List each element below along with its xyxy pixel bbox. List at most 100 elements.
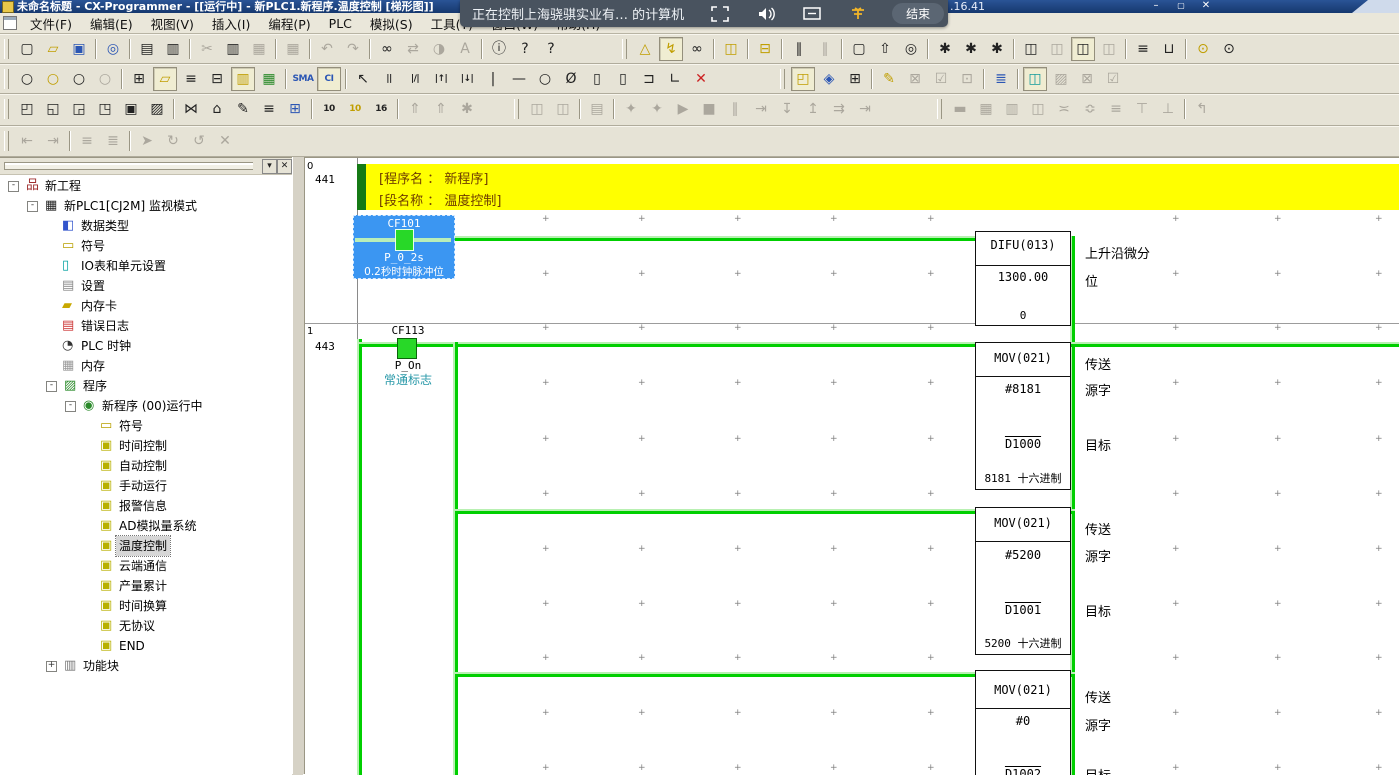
tree-item-section-ad-analog[interactable]: ▣AD模拟量系统 xyxy=(0,516,292,536)
toolbar-grip[interactable] xyxy=(4,39,9,59)
radix-signed-button[interactable]: 10 xyxy=(343,97,367,121)
print-preview-button[interactable]: ▥ xyxy=(161,37,185,61)
collapse-toggle[interactable]: - xyxy=(8,181,19,192)
vertical-line-button[interactable]: | xyxy=(481,67,505,91)
tree-item-section-alarm-info[interactable]: ▣报警信息 xyxy=(0,496,292,516)
function-block-button[interactable]: ⊐ xyxy=(637,67,661,91)
smart-input-button[interactable]: SMA xyxy=(291,67,315,91)
binary-monitor-button[interactable]: ⊞ xyxy=(283,97,307,121)
hh-monitor-button[interactable]: ◫ xyxy=(1023,67,1047,91)
tree-item-io-table[interactable]: ▯IO表和单元设置 xyxy=(0,256,292,276)
time-chart-button[interactable]: ⊔ xyxy=(1157,37,1181,61)
block-hierarchy-button[interactable]: ≣ xyxy=(989,67,1013,91)
tools-window-button[interactable]: ◱ xyxy=(41,97,65,121)
expand-toggle[interactable]: + xyxy=(46,661,57,672)
send-changes-button[interactable]: ⊞ xyxy=(843,67,867,91)
coil-closed-button[interactable]: Ø xyxy=(559,67,583,91)
tree-item-settings[interactable]: ▤设置 xyxy=(0,276,292,296)
find-button[interactable]: ∞ xyxy=(375,37,399,61)
paste-window-button[interactable]: ◰ xyxy=(15,97,39,121)
instruction-mov-2[interactable]: MOV(021) #5200 D1001 5200 十六进制 xyxy=(975,507,1071,655)
compile-all-button[interactable]: ∞ xyxy=(685,37,709,61)
transfer-settings-button[interactable]: ◫ xyxy=(719,37,743,61)
show-address-button[interactable]: ⊟ xyxy=(205,67,229,91)
program-check-button[interactable]: ▢ xyxy=(847,37,871,61)
compare-with-plc-button[interactable]: ◎ xyxy=(899,37,923,61)
save-button[interactable]: ▣ xyxy=(67,37,91,61)
online-edit-cancel-button[interactable]: ✱ xyxy=(985,37,1009,61)
minimize-button[interactable]: – xyxy=(1147,0,1165,12)
toolbar-grip[interactable] xyxy=(780,69,785,89)
layers-button[interactable]: ◈ xyxy=(817,67,841,91)
output-window-button[interactable]: ▣ xyxy=(119,97,143,121)
tree-item-section-time-convert[interactable]: ▣时间换算 xyxy=(0,596,292,616)
address-reference-button[interactable]: ⌂ xyxy=(205,97,229,121)
tree-view-button[interactable]: ▦ xyxy=(257,67,281,91)
transfer-to-plc-button[interactable]: ⇧ xyxy=(873,37,897,61)
menu-PLC[interactable]: PLC xyxy=(320,14,361,33)
collapse-toggle[interactable]: - xyxy=(27,201,38,212)
set-password-button[interactable]: ⊙ xyxy=(1191,37,1215,61)
new-button[interactable]: ▢ xyxy=(15,37,39,61)
workspace-close-button[interactable]: ✕ xyxy=(277,159,292,174)
zoom-in-button[interactable]: ○ xyxy=(67,67,91,91)
show-comments-button[interactable]: ▱ xyxy=(153,67,177,91)
monitor-icon[interactable] xyxy=(802,5,822,23)
context-help-button[interactable]: ? xyxy=(539,37,563,61)
contact-nc-button[interactable]: |/| xyxy=(403,67,427,91)
workspace-dropdown-button[interactable]: ▾ xyxy=(262,159,277,174)
close-button[interactable]: ✕ xyxy=(1197,0,1215,12)
panel-splitter[interactable] xyxy=(292,157,305,774)
tree-item-section-cloud-comm[interactable]: ▣云端通信 xyxy=(0,556,292,576)
contact-down-button[interactable]: |↓| xyxy=(455,67,479,91)
rung-list-button[interactable]: ≡ xyxy=(179,67,203,91)
copy-button[interactable]: ▥ xyxy=(221,37,245,61)
online-edit-send-button[interactable]: ✱ xyxy=(959,37,983,61)
contact-cf101-selected[interactable]: CF101 P_0_2s 0.2秒时钟脉冲位 xyxy=(353,215,455,279)
tree-item-error-log[interactable]: ▤错误日志 xyxy=(0,316,292,336)
instruction-box-2-button[interactable]: ▯ xyxy=(611,67,635,91)
end-remote-button[interactable]: 结束 xyxy=(892,3,944,24)
menu-插入I[interactable]: 插入(I) xyxy=(203,12,259,35)
tree-item-section-auto-control[interactable]: ▣自动控制 xyxy=(0,456,292,476)
contact-cf113-energized[interactable] xyxy=(397,338,417,359)
tree-item-section-no-protocol[interactable]: ▣无协议 xyxy=(0,616,292,636)
pin-icon[interactable] xyxy=(848,5,868,23)
section-banner[interactable]: [程序名 ： 新程序] [段名称 ： 温度控制] xyxy=(357,164,1399,210)
tree-item-memory-card[interactable]: ▰内存卡 xyxy=(0,296,292,316)
help-button[interactable]: ? xyxy=(513,37,537,61)
toolbar-grip[interactable] xyxy=(4,69,9,89)
tree-item-section-end[interactable]: ▣END xyxy=(0,636,292,656)
tree-item-data-types[interactable]: ◧数据类型 xyxy=(0,216,292,236)
instruction-difu[interactable]: DIFU(013) 1300.00 0 xyxy=(975,231,1071,326)
radix-hex-button[interactable]: 16 xyxy=(369,97,393,121)
edit-rung-button[interactable]: ✎ xyxy=(877,67,901,91)
watch-window-button[interactable]: ◲ xyxy=(67,97,91,121)
data-trace-button[interactable]: ≡ xyxy=(1131,37,1155,61)
tree-item-plc-clock[interactable]: ◔PLC 时钟 xyxy=(0,336,292,356)
contact-up-button[interactable]: |↑| xyxy=(429,67,453,91)
toolbar-grip[interactable] xyxy=(514,99,519,119)
menu-编辑E[interactable]: 编辑(E) xyxy=(81,12,142,35)
print-button[interactable]: ▤ xyxy=(135,37,159,61)
rung-clipboard-button[interactable]: ≡ xyxy=(257,97,281,121)
edit-comment-button[interactable]: ✎ xyxy=(231,97,255,121)
auto-online-button[interactable]: ⊟ xyxy=(753,37,777,61)
menu-模拟S[interactable]: 模拟(S) xyxy=(361,12,422,35)
speaker-icon[interactable] xyxy=(756,5,776,23)
select-tool-button[interactable]: ↖ xyxy=(351,67,375,91)
tree-item-section-output-total[interactable]: ▣产量累计 xyxy=(0,576,292,596)
tree-item-section-manual-run[interactable]: ▣手动运行 xyxy=(0,476,292,496)
toolbar-grip[interactable] xyxy=(937,99,942,119)
tree-item-new-program[interactable]: -◉新程序 (00)运行中 xyxy=(0,396,292,416)
ci-view-button[interactable]: CI xyxy=(317,67,341,91)
open-button[interactable]: ▱ xyxy=(41,37,65,61)
mdi-document-icon[interactable] xyxy=(3,16,17,30)
coil-button[interactable]: ○ xyxy=(533,67,557,91)
tree-item-new-project[interactable]: -品新工程 xyxy=(0,176,292,196)
menu-视图V[interactable]: 视图(V) xyxy=(142,12,203,35)
compile-button[interactable]: △ xyxy=(633,37,657,61)
collapse-toggle[interactable]: - xyxy=(65,401,76,412)
info-button[interactable]: ⓘ xyxy=(487,37,511,61)
menu-编程P[interactable]: 编程(P) xyxy=(259,12,319,35)
